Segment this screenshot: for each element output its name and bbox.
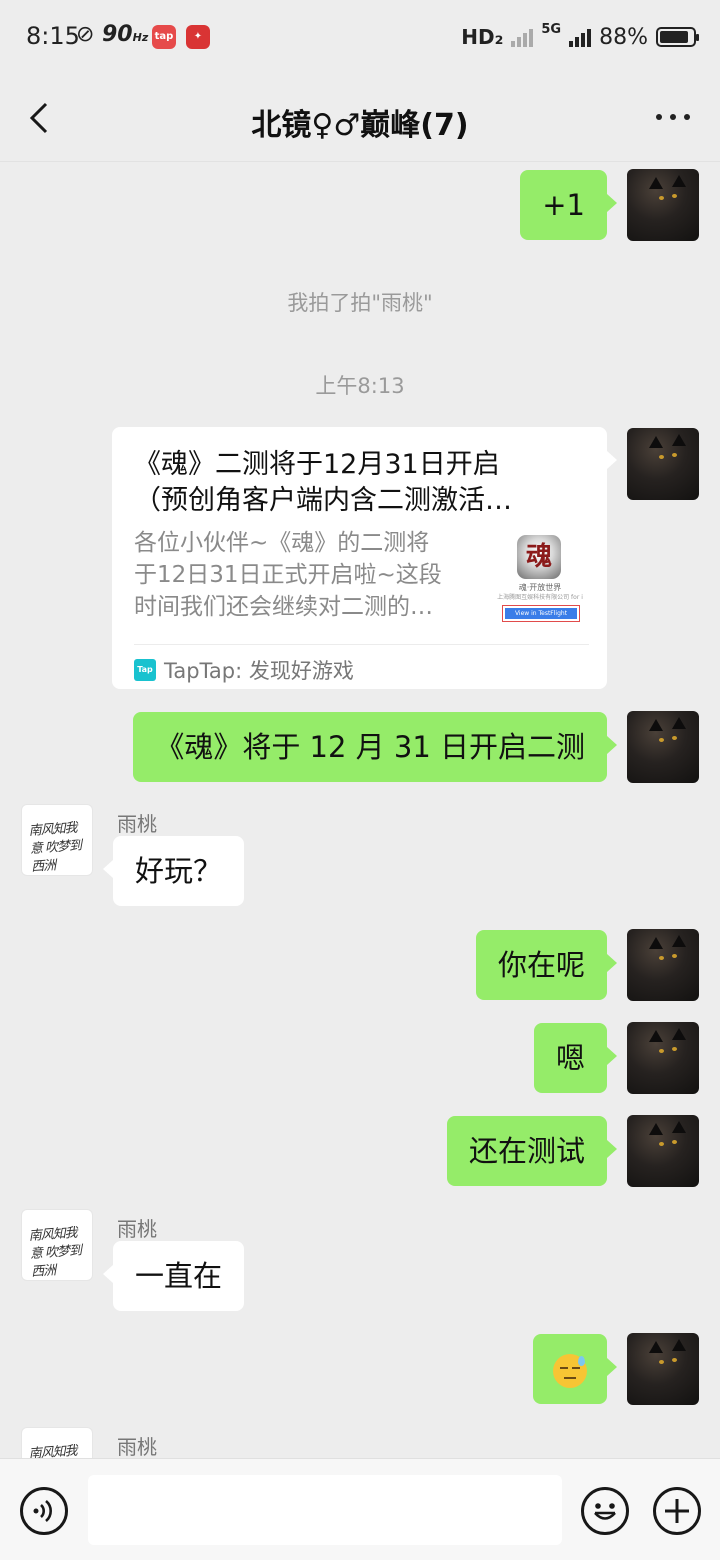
contact-avatar[interactable]: 南风知我意 吹梦到西洲 bbox=[21, 1427, 93, 1458]
thumb-testflight-button: View in TestFlight bbox=[502, 605, 580, 622]
battery-percent: 88% bbox=[599, 24, 648, 50]
status-time: 8:15 bbox=[26, 22, 80, 50]
status-right: HD₂ 5G 88% bbox=[461, 22, 699, 52]
taptap-notification-icon: tap bbox=[152, 25, 176, 49]
message-timestamp: 上午8:13 bbox=[315, 374, 405, 398]
mute-icon: ⊘ bbox=[76, 22, 95, 47]
chat-title: 北镜♀♂巅峰(7) bbox=[251, 108, 469, 143]
shared-link-card[interactable]: 《魂》二测将于12月31日开启 （预创角客户端内含二测激活… 各位小伙伴~《魂》… bbox=[112, 427, 617, 689]
system-pat-notice: 我拍了拍"雨桃" bbox=[287, 291, 433, 315]
game-notification-icon: ✦ bbox=[186, 25, 210, 49]
chat-header: 北镜♀♂巅峰(7) bbox=[0, 76, 720, 162]
outgoing-message[interactable]: 还在测试 bbox=[446, 1116, 618, 1186]
card-thumbnail: 魂 魂·开放世界 上海腾图互娱科技有限公司 for i View in Test… bbox=[497, 535, 583, 625]
outgoing-emoji-message[interactable] bbox=[533, 1334, 617, 1404]
card-description: 各位小伙伴~《魂》的二测将 于12日31日正式开启啦~这段 时间我们还会继续对二… bbox=[134, 530, 442, 620]
incoming-message[interactable]: 一直在 bbox=[102, 1241, 245, 1311]
hd-icon: HD₂ bbox=[461, 25, 504, 49]
message-input-bar bbox=[0, 1458, 720, 1560]
my-avatar[interactable] bbox=[627, 711, 699, 783]
signal-sim1-icon bbox=[511, 27, 534, 47]
my-avatar[interactable] bbox=[627, 929, 699, 1001]
my-avatar[interactable] bbox=[627, 1333, 699, 1405]
more-options-icon[interactable] bbox=[656, 114, 690, 120]
my-avatar[interactable] bbox=[627, 1115, 699, 1187]
card-source-label: TapTap: 发现好游戏 bbox=[164, 659, 354, 683]
signal-sim2-icon bbox=[569, 27, 592, 47]
outgoing-message[interactable]: 你在呢 bbox=[475, 930, 618, 1000]
contact-avatar[interactable]: 南风知我意 吹梦到西洲 bbox=[21, 804, 93, 876]
contact-avatar[interactable]: 南风知我意 吹梦到西洲 bbox=[21, 1209, 93, 1281]
sender-name: 雨桃 bbox=[117, 1435, 157, 1458]
emoji-picker-icon[interactable] bbox=[581, 1487, 629, 1535]
card-source: Tap TapTap: 发现好游戏 bbox=[134, 655, 354, 685]
incoming-message[interactable]: 好玩？ bbox=[102, 836, 245, 906]
voice-input-icon[interactable] bbox=[20, 1487, 68, 1535]
taptap-icon: Tap bbox=[134, 659, 156, 681]
thumb-company: 上海腾图互娱科技有限公司 for i bbox=[497, 594, 583, 601]
5g-icon: 5G bbox=[541, 22, 562, 37]
battery-icon bbox=[656, 27, 699, 47]
my-avatar[interactable] bbox=[627, 169, 699, 241]
outgoing-message[interactable]: +1 bbox=[520, 170, 617, 240]
outgoing-message[interactable]: 《魂》将于 12 月 31 日开启二测 bbox=[133, 712, 617, 782]
sender-name: 雨桃 bbox=[117, 1217, 157, 1241]
card-title: 《魂》二测将于12月31日开启 （预创角客户端内含二测激活… bbox=[134, 449, 512, 516]
more-functions-plus-icon[interactable] bbox=[653, 1487, 701, 1535]
status-bar: 8:15 ⊘ 90Hz tap ✦ HD₂ 5G 88% bbox=[0, 0, 720, 76]
message-text-input[interactable] bbox=[88, 1475, 562, 1545]
card-divider bbox=[134, 644, 589, 645]
sweat-smile-emoji-icon bbox=[553, 1354, 587, 1388]
game-logo-icon: 魂 bbox=[517, 535, 561, 579]
my-avatar[interactable] bbox=[627, 1022, 699, 1094]
chat-messages[interactable]: +1 我拍了拍"雨桃" 上午8:13 《魂》二测将于12月31日开启 （预创角客… bbox=[0, 162, 720, 1458]
outgoing-message[interactable]: 嗯 bbox=[533, 1023, 618, 1093]
refresh-rate: 90Hz bbox=[102, 22, 149, 47]
sender-name: 雨桃 bbox=[117, 812, 157, 836]
my-avatar[interactable] bbox=[627, 428, 699, 500]
